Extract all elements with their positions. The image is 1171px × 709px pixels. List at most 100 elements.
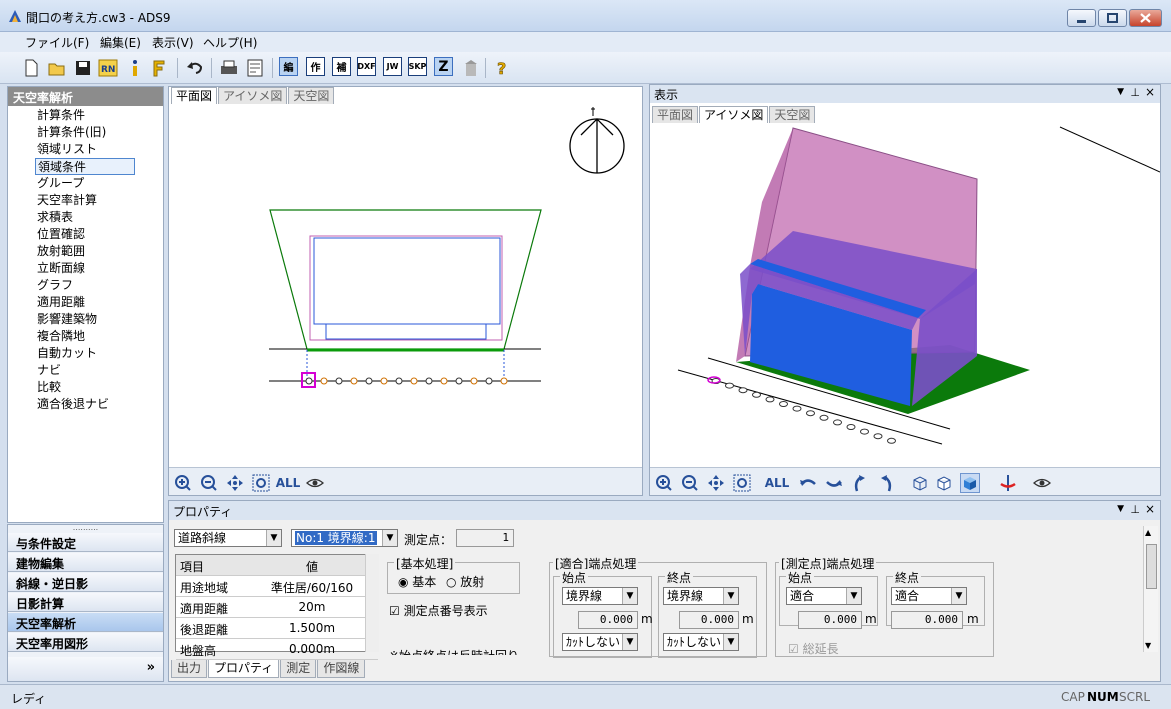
tree-item[interactable]: 放射範囲 — [37, 243, 85, 260]
measure-point[interactable] — [833, 419, 842, 426]
preview-button[interactable] — [244, 57, 266, 79]
splitter-handle[interactable]: .......... — [8, 524, 163, 533]
plan-canvas[interactable] — [169, 105, 642, 467]
measure-point[interactable] — [765, 396, 775, 403]
measure-point[interactable] — [779, 401, 788, 407]
tree-item[interactable]: 立断面線 — [37, 260, 85, 277]
menu-help[interactable]: ヘルプ(H) — [203, 34, 257, 51]
radio-radial[interactable]: ○ 放射 — [446, 573, 484, 590]
z-button[interactable]: Z — [434, 57, 453, 76]
rn-button[interactable]: RN — [97, 57, 119, 79]
rotate-right-button[interactable] — [824, 473, 844, 493]
menu-edit[interactable]: 編集(E) — [100, 34, 141, 51]
dxf-button[interactable]: DXF — [357, 57, 376, 76]
fit-start-cut-select[interactable]: ｶｯﾄしない ▼ — [562, 633, 638, 651]
line-type-select[interactable]: 道路斜線 ▼ — [174, 529, 282, 547]
show-numbers-checkbox[interactable]: ☑ 測定点番号表示 — [389, 602, 488, 619]
tree-item[interactable]: 比較 — [37, 379, 61, 396]
view-eye-button[interactable] — [305, 473, 325, 493]
zoom-window-button[interactable] — [251, 473, 271, 493]
measure-point[interactable] — [335, 377, 343, 385]
undo-button[interactable] — [184, 57, 206, 79]
grid-row[interactable]: 後退距離 1.500m — [176, 618, 378, 639]
measure-point[interactable] — [425, 377, 433, 385]
measure-point[interactable] — [792, 405, 802, 412]
new-button[interactable] — [20, 57, 42, 79]
pan-button[interactable] — [706, 473, 726, 493]
zoom-out-button[interactable] — [680, 473, 700, 493]
grid-row[interactable]: 地盤高 0.000m — [176, 639, 378, 660]
assist-mode-button[interactable]: 補 — [332, 57, 351, 76]
fit-end-select[interactable]: 境界線 ▼ — [663, 587, 739, 605]
zoom-window-button[interactable] — [732, 473, 752, 493]
measure-point[interactable] — [365, 377, 373, 385]
measure-point[interactable] — [305, 377, 313, 385]
rotate-left-button[interactable] — [798, 473, 818, 493]
tilt-down-button[interactable] — [876, 473, 896, 493]
measure-point[interactable] — [380, 377, 388, 385]
scroll-thumb[interactable] — [1146, 544, 1157, 589]
zoom-in-button[interactable] — [173, 473, 193, 493]
minimize-button[interactable] — [1067, 9, 1096, 27]
total-length-checkbox[interactable]: ☑ 総延長 — [788, 640, 839, 657]
menu-file[interactable]: ファイル(F) — [25, 34, 89, 51]
boundary-select[interactable]: No:1 境界線:1 ▼ — [291, 529, 398, 547]
tree-item[interactable]: 適合後退ナビ — [37, 396, 109, 413]
measure-point[interactable] — [410, 377, 418, 385]
measure-point[interactable] — [395, 377, 403, 385]
save-button[interactable] — [72, 57, 94, 79]
radio-basic[interactable]: ◉ 基本 — [398, 573, 436, 590]
measure-point[interactable] — [752, 391, 761, 398]
fit-end-distance[interactable]: 0.000 — [679, 611, 739, 629]
tree-item[interactable]: グループ — [37, 175, 84, 192]
measure-start-distance[interactable]: 0.000 — [798, 611, 862, 629]
measure-point[interactable] — [350, 377, 358, 385]
grid-row[interactable]: 適用距離 20m — [176, 597, 378, 618]
tab-sky[interactable]: 天空図 — [769, 106, 816, 123]
create-mode-button[interactable]: 作 — [306, 57, 325, 76]
measure-point[interactable] — [738, 387, 748, 394]
zoom-out-button[interactable] — [199, 473, 219, 493]
tree-item[interactable]: グラフ — [37, 277, 73, 294]
tab-sky[interactable]: 天空図 — [288, 87, 335, 104]
section-button[interactable]: 天空率用図形 — [8, 633, 163, 652]
tab-plan[interactable]: 平面図 — [652, 106, 699, 123]
fit-start-distance[interactable]: 0.000 — [578, 611, 638, 629]
section-button[interactable]: 斜線・逆日影 — [8, 573, 163, 592]
measure-point[interactable] — [725, 382, 734, 389]
measure-point[interactable] — [440, 377, 448, 385]
maximize-button[interactable] — [1098, 9, 1127, 27]
properties-scrollbar[interactable]: ▲ ▼ — [1143, 526, 1158, 652]
panel-close-icon[interactable]: × — [1145, 502, 1155, 516]
open-button[interactable] — [46, 57, 68, 79]
section-button[interactable]: 与条件設定 — [8, 533, 163, 552]
jw-button[interactable]: JW — [383, 57, 402, 76]
expand-sections-button[interactable]: » — [147, 660, 155, 675]
print-button[interactable] — [218, 57, 240, 79]
panel-menu-icon[interactable]: ▼ — [1117, 504, 1124, 514]
zoom-all-button[interactable]: ALL — [275, 473, 301, 493]
measure-point[interactable] — [860, 428, 869, 435]
panel-menu-icon[interactable]: ▼ — [1117, 87, 1124, 97]
tab-properties[interactable]: プロパティ — [208, 660, 280, 678]
measure-point[interactable] — [887, 437, 896, 444]
shaded-button[interactable] — [960, 473, 980, 493]
tree-item[interactable]: 天空率計算 — [37, 192, 97, 209]
measure-start-select[interactable]: 適合 ▼ — [786, 587, 862, 605]
tree-item[interactable]: 求積表 — [37, 209, 73, 226]
tab-measure[interactable]: 測定 — [280, 660, 317, 678]
measure-point[interactable] — [320, 377, 328, 385]
grid-scrollbar[interactable] — [365, 554, 379, 652]
zoom-all-button[interactable]: ALL — [764, 473, 790, 493]
pin-icon[interactable]: ⊥ — [1130, 503, 1140, 516]
measure-point[interactable] — [485, 377, 493, 385]
tree-item[interactable]: 領域条件 — [35, 158, 135, 175]
edit-mode-button[interactable]: 編 — [279, 57, 298, 76]
measure-end-distance[interactable]: 0.000 — [891, 611, 963, 629]
measure-point[interactable] — [846, 424, 856, 430]
measure-point[interactable] — [819, 414, 829, 421]
tab-drawing-lines[interactable]: 作図線 — [317, 660, 366, 678]
hidden-line-button[interactable] — [934, 473, 954, 493]
view-eye-button[interactable] — [1032, 473, 1052, 493]
close-button[interactable] — [1129, 9, 1162, 27]
